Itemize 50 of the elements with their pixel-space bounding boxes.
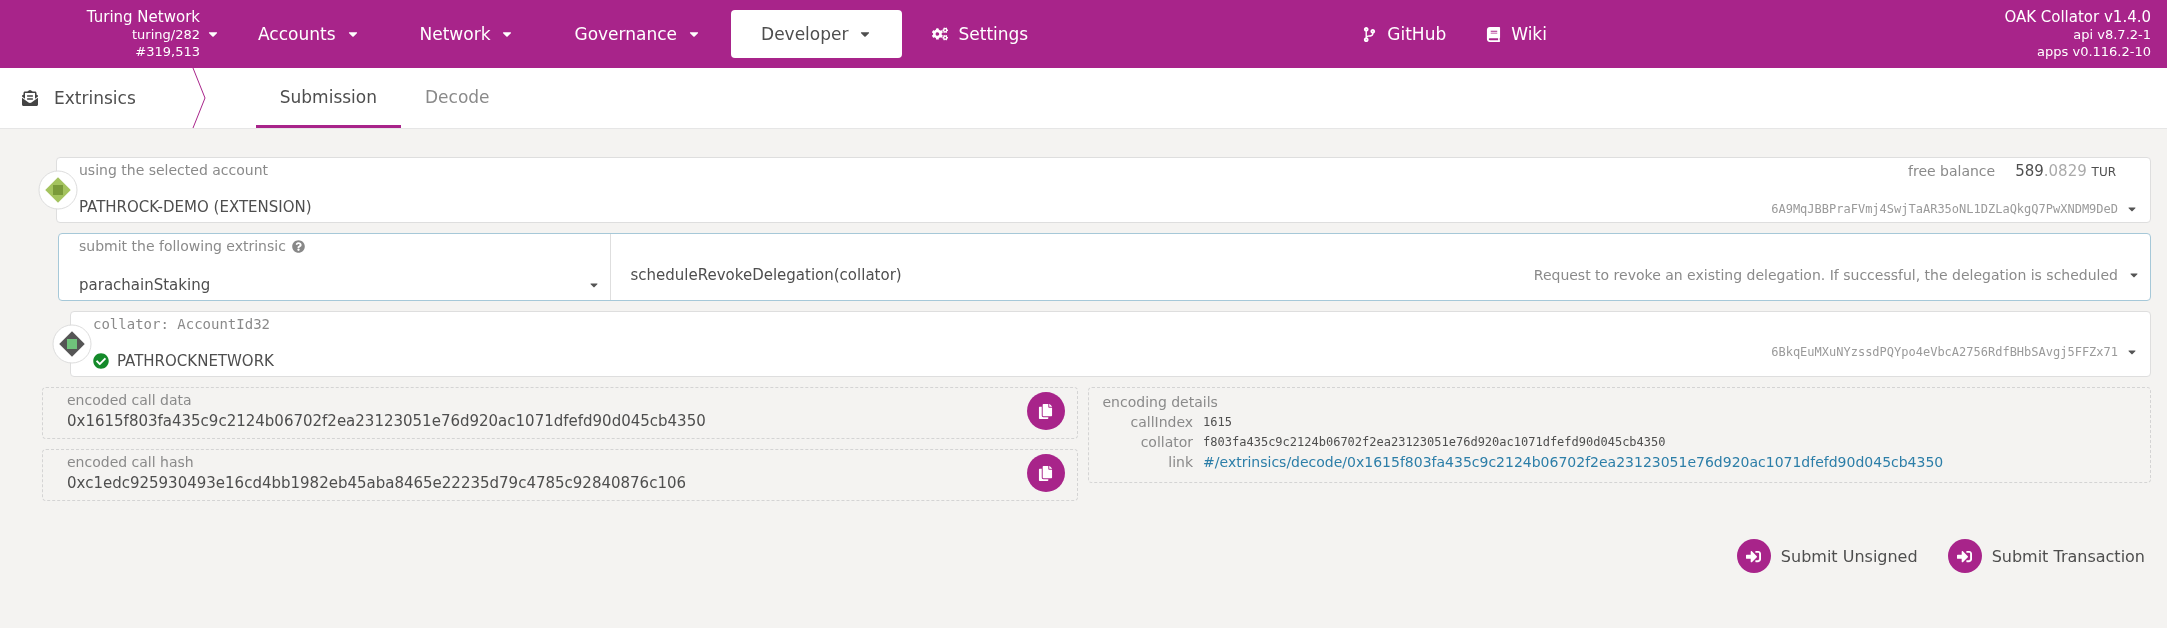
- copy-button[interactable]: [1026, 392, 1065, 430]
- copy-icon: [1038, 403, 1053, 419]
- submit-button[interactable]: Submit Transaction: [1947, 539, 2145, 573]
- tab[interactable]: Decode: [401, 68, 514, 128]
- chain-spec: turing/282: [132, 25, 200, 43]
- menu-item[interactable]: Settings: [902, 10, 1059, 58]
- sign-in-icon: [1736, 539, 1771, 573]
- detail-value: f803fa435c9c2124b06702f2ea23123051e76d920ac1071dfefd90d045cb4350: [1203, 435, 1667, 449]
- chain-name: Turing Network: [86, 8, 200, 26]
- field-label: encoded call data: [67, 392, 193, 408]
- balance-value: 589.0829 TUR: [2015, 162, 2116, 180]
- account-address: 6A9MqJBBPraFVmj4SwjTaAR35oNL1DZLaQkgQ7PwXNDM9DeD: [1771, 202, 2118, 216]
- field-label: collator: AccountId32: [93, 316, 271, 332]
- version-text: api v8.7.2-1: [2073, 25, 2151, 43]
- menu-item[interactable]: Accounts: [228, 10, 390, 58]
- submit-button[interactable]: Submit Unsigned: [1736, 539, 1918, 573]
- version-text: OAK Collator v1.4.0: [2004, 8, 2151, 26]
- detail-key: callIndex: [1130, 414, 1194, 430]
- book-icon: [1486, 26, 1502, 42]
- decode-link[interactable]: #/extrinsics/decode/0x1615f803fa435c9c2124b06702f2ea23123051e76d920ac1071dfefd90d045cb4350: [1203, 454, 2138, 470]
- field-label: encoded call hash: [67, 454, 195, 470]
- detail-key: link: [1130, 454, 1194, 470]
- encoded-value: 0x1615f803fa435c9c2124b06702f2ea23123051e76d920ac1071dfefd90d045cb4350: [67, 412, 707, 430]
- envelope-icon: [22, 90, 38, 106]
- block-number: #319,513: [135, 42, 200, 60]
- details-title: encoding details: [1102, 394, 1219, 410]
- nav-link[interactable]: Wiki: [1466, 24, 1567, 44]
- version-text: apps v0.116.2-10: [2037, 42, 2151, 60]
- nav-link[interactable]: GitHub: [1342, 24, 1467, 44]
- balance-label: free balance: [1908, 163, 1996, 179]
- tab[interactable]: Submission: [255, 68, 401, 128]
- branch-icon: [1362, 26, 1378, 42]
- collator-selector[interactable]: collator: AccountId32 PATHROCKNETWORK 6BkqEuMXuNYzssdPQYpo4eVbcA2756RdfBHbSAvgj5FFZx71: [70, 311, 2151, 377]
- settings-icon: [932, 26, 949, 42]
- account-selector[interactable]: using the selected account PATHROCK-DEMO (EXTENSION) free balance 589.0829 TUR 6A9MqJBBPraFVmj4SwjTaAR35oNL1DZLaQkgQ7PwXNDM9DeD: [56, 157, 2151, 223]
- menu-item[interactable]: Governance: [544, 10, 732, 58]
- encoded-value: 0xc1edc925930493e16cd4bb1982eb45aba8465e22235d79c4785c92840876c106: [67, 474, 688, 492]
- account-name: PATHROCK-DEMO (EXTENSION): [79, 198, 313, 216]
- sign-in-icon: [1947, 539, 1982, 573]
- copy-button[interactable]: [1026, 454, 1065, 492]
- detail-key: collator: [1130, 434, 1194, 450]
- detail-value: 1615: [1203, 415, 1233, 429]
- collator-name: PATHROCKNETWORK: [117, 352, 274, 370]
- menu-item[interactable]: Network: [389, 10, 545, 58]
- copy-icon: [1038, 465, 1053, 481]
- section-title: Extrinsics: [54, 88, 136, 108]
- field-label: using the selected account: [79, 162, 269, 178]
- chain-selector[interactable]: Turing Network turing/282 #319,513: [0, 8, 220, 60]
- menu-item[interactable]: Developer: [731, 10, 903, 58]
- collator-address: 6BkqEuMXuNYzssdPQYpo4eVbcA2756RdfBHbSAvgj5FFZx71: [1771, 345, 2118, 359]
